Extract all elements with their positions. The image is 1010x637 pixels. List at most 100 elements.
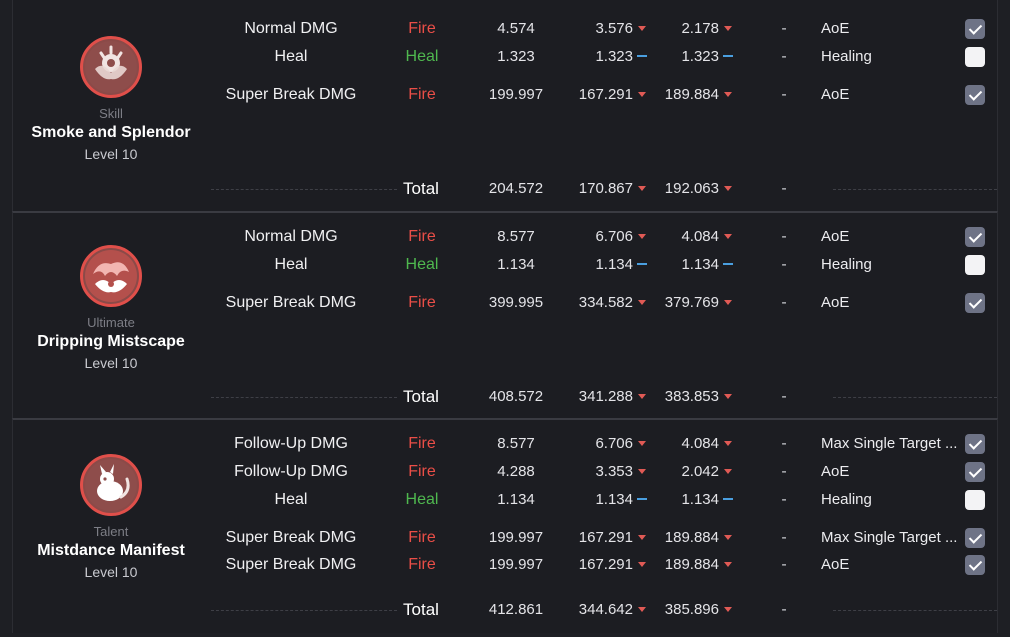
ultimate-name: Dripping Mistscape xyxy=(37,333,185,350)
row-checkbox[interactable] xyxy=(965,555,985,575)
row-value-1: 399.995 xyxy=(488,294,544,311)
total-value-1: 412.861 xyxy=(488,601,544,618)
trend-down-icon xyxy=(721,384,735,408)
skill-emblem-icon xyxy=(80,36,142,98)
table-row: Super Break DMG Fire 199.997 167.291 189… xyxy=(211,526,997,550)
trend-down-icon xyxy=(721,290,735,314)
skill-type-label: Skill xyxy=(99,106,123,121)
trend-down-icon xyxy=(635,459,649,483)
total-value-1: 204.572 xyxy=(488,180,544,197)
row-element: Fire xyxy=(408,556,436,573)
row-value-1: 1.323 xyxy=(497,48,535,65)
row-target: AoE xyxy=(821,463,850,480)
trend-down-icon xyxy=(635,597,649,621)
row-name: Follow-Up DMG xyxy=(234,463,348,480)
row-name: Normal DMG xyxy=(244,228,338,245)
trend-down-icon xyxy=(721,176,735,200)
table-row: Normal DMG Fire 4.574 3.576 2.178 - AoE xyxy=(211,17,997,41)
talent-section: Talent Mistdance Manifest Level 10 Follo… xyxy=(12,418,998,633)
row-element: Fire xyxy=(408,228,436,245)
trend-flat-icon xyxy=(635,44,649,68)
trend-flat-icon xyxy=(721,252,735,276)
row-checkbox[interactable] xyxy=(965,227,985,247)
row-extra: - xyxy=(781,256,787,273)
trend-down-icon xyxy=(721,459,735,483)
total-value-3: 385.896 xyxy=(657,598,735,622)
row-name: Super Break DMG xyxy=(225,294,357,311)
row-checkbox[interactable] xyxy=(965,85,985,105)
row-value-1: 4.574 xyxy=(497,20,535,37)
dashed-divider xyxy=(211,397,397,398)
row-extra: - xyxy=(781,556,787,573)
row-element: Fire xyxy=(408,294,436,311)
row-target: AoE xyxy=(821,20,850,37)
row-element: Fire xyxy=(408,20,436,37)
trend-flat-icon xyxy=(721,487,735,511)
row-target: Max Single Target ... xyxy=(821,529,958,546)
row-checkbox[interactable] xyxy=(965,47,985,67)
total-value-2: 341.288 xyxy=(567,385,649,409)
row-value-3: 379.769 xyxy=(657,291,735,315)
trend-down-icon xyxy=(721,597,735,621)
row-value-3: 1.134 xyxy=(657,253,735,277)
dashed-divider xyxy=(211,610,397,611)
row-checkbox[interactable] xyxy=(965,490,985,510)
row-name: Super Break DMG xyxy=(225,86,357,103)
table-row: Super Break DMG Fire 199.997 167.291 189… xyxy=(211,553,997,577)
row-name: Follow-Up DMG xyxy=(234,435,348,452)
talent-level: Level 10 xyxy=(84,564,138,580)
row-value-2: 334.582 xyxy=(567,291,649,315)
row-checkbox[interactable] xyxy=(965,19,985,39)
dashed-divider xyxy=(211,189,397,190)
total-row: Total 204.572 170.867 192.063 - xyxy=(211,177,997,201)
row-value-1: 8.577 xyxy=(497,435,535,452)
row-value-2: 3.576 xyxy=(567,17,649,41)
row-extra: - xyxy=(781,228,787,245)
trend-down-icon xyxy=(635,552,649,576)
trend-down-icon xyxy=(635,431,649,455)
row-name: Heal xyxy=(274,491,308,508)
row-value-1: 199.997 xyxy=(488,556,544,573)
trend-down-icon xyxy=(721,224,735,248)
table-row: Heal Heal 1.134 1.134 1.134 - Healing xyxy=(211,488,997,512)
row-target: Max Single Target ... xyxy=(821,435,958,452)
trend-down-icon xyxy=(635,176,649,200)
row-element: Fire xyxy=(408,435,436,452)
row-value-2: 167.291 xyxy=(567,526,649,550)
table-row: Follow-Up DMG Fire 8.577 6.706 4.084 - M… xyxy=(211,432,997,456)
table-row: Super Break DMG Fire 199.997 167.291 189… xyxy=(211,83,997,107)
row-value-3: 2.042 xyxy=(657,460,735,484)
row-checkbox[interactable] xyxy=(965,255,985,275)
row-checkbox[interactable] xyxy=(965,434,985,454)
total-extra: - xyxy=(781,180,787,197)
row-element: Fire xyxy=(408,86,436,103)
total-label: Total xyxy=(403,387,439,406)
table-row: Follow-Up DMG Fire 4.288 3.353 2.042 - A… xyxy=(211,460,997,484)
row-value-2: 167.291 xyxy=(567,553,649,577)
row-checkbox[interactable] xyxy=(965,462,985,482)
row-target: AoE xyxy=(821,86,850,103)
row-name: Heal xyxy=(274,256,308,273)
trend-flat-icon xyxy=(635,252,649,276)
row-target: AoE xyxy=(821,294,850,311)
row-value-1: 199.997 xyxy=(488,529,544,546)
row-value-3: 189.884 xyxy=(657,83,735,107)
trend-down-icon xyxy=(635,290,649,314)
row-extra: - xyxy=(781,529,787,546)
total-label: Total xyxy=(403,179,439,198)
row-value-3: 1.323 xyxy=(657,45,735,69)
row-target: Healing xyxy=(821,48,872,65)
total-extra: - xyxy=(781,388,787,405)
row-value-1: 199.997 xyxy=(488,86,544,103)
table-row: Heal Heal 1.134 1.134 1.134 - Healing xyxy=(211,253,997,277)
row-checkbox[interactable] xyxy=(965,528,985,548)
row-value-3: 1.134 xyxy=(657,488,735,512)
row-element: Heal xyxy=(405,491,439,508)
row-value-1: 1.134 xyxy=(497,491,535,508)
trend-down-icon xyxy=(635,82,649,106)
row-checkbox[interactable] xyxy=(965,293,985,313)
row-name: Super Break DMG xyxy=(225,529,357,546)
row-element: Fire xyxy=(408,529,436,546)
ultimate-type-label: Ultimate xyxy=(87,315,135,330)
skill-card: Skill Smoke and Splendor Level 10 xyxy=(13,36,209,164)
